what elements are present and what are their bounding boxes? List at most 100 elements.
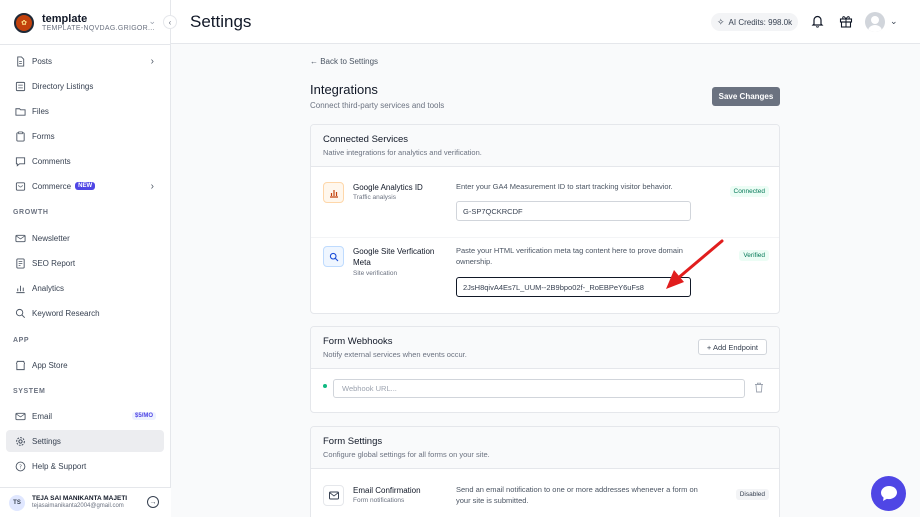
chevron-down-icon[interactable]: ⌄	[890, 16, 898, 27]
setting-description: Send an email notification to one or mor…	[456, 485, 698, 505]
divider	[311, 237, 779, 238]
section-label-system: SYSTEM	[13, 388, 46, 395]
sidebar-item-label: SEO Report	[32, 258, 76, 268]
list-icon	[14, 80, 26, 92]
user-email: tejasaimanikanta2004@gmail.com	[32, 502, 124, 509]
chat-button[interactable]	[871, 476, 906, 511]
save-changes-button[interactable]: Save Changes	[712, 87, 780, 106]
sidebar-item-label: Comments	[32, 156, 71, 166]
report-icon	[14, 257, 26, 269]
mail-icon	[14, 232, 26, 244]
document-icon	[14, 55, 26, 67]
sidebar-item-label: Directory Listings	[32, 81, 94, 91]
folder-icon	[14, 105, 26, 117]
sidebar-item-label: Help & Support	[32, 461, 87, 471]
form-settings-card: Form Settings Configure global settings …	[310, 426, 780, 517]
sidebar-item-settings[interactable]: Settings	[6, 430, 164, 452]
sidebar-item-label: Commerce	[32, 181, 72, 191]
sidebar-item-label: Newsletter	[32, 233, 70, 243]
chart-icon	[14, 282, 26, 294]
avatar: TS	[9, 494, 25, 511]
workspace-switcher[interactable]: ✿ template TEMPLATE-NQVDAG.GRIGOR... ⌄	[14, 10, 162, 36]
sidebar-item-comments[interactable]: Comments	[6, 150, 164, 172]
user-profile[interactable]: TS TEJA SAI MANIKANTA MAJETI tejasaimani…	[0, 487, 171, 517]
logout-icon[interactable]: →	[147, 496, 159, 508]
sidebar-item-forms[interactable]: Forms	[6, 125, 164, 147]
mail-icon	[323, 485, 344, 506]
bell-icon[interactable]	[809, 13, 825, 29]
sidebar-item-label: Posts	[32, 56, 53, 66]
section-label-growth: GROWTH	[13, 209, 49, 216]
comment-icon	[14, 155, 26, 167]
status-badge: Connected	[729, 186, 769, 197]
service-description: Paste your HTML verification meta tag co…	[456, 246, 683, 266]
sidebar-item-help[interactable]: ? Help & Support	[6, 455, 164, 477]
add-endpoint-button[interactable]: + Add Endpoint	[697, 339, 767, 355]
user-name: TEJA SAI MANIKANTA MAJETI	[32, 495, 128, 503]
sidebar-item-directory-listings[interactable]: Directory Listings	[6, 75, 164, 97]
service-meta: Traffic analysis	[353, 194, 396, 201]
new-badge: NEW	[75, 182, 96, 190]
status-badge: Verified	[739, 250, 769, 261]
analytics-icon	[323, 182, 344, 203]
sidebar-item-files[interactable]: Files	[6, 100, 164, 122]
sidebar-item-keyword-research[interactable]: Keyword Research	[6, 302, 164, 324]
form-webhooks-card: Form Webhooks Notify external services w…	[310, 326, 780, 413]
card-subtitle: Native integrations for analytics and ve…	[323, 148, 482, 157]
sidebar-item-email[interactable]: Email $5/MO	[6, 405, 164, 427]
mail-icon	[14, 410, 26, 422]
divider	[0, 44, 171, 45]
sidebar-item-posts[interactable]: Posts ›	[6, 50, 164, 72]
card-title: Form Settings	[323, 436, 383, 447]
help-icon: ?	[14, 460, 26, 472]
sidebar-item-label: Keyword Research	[32, 308, 100, 318]
setting-email-confirmation: Email Confirmation Form notifications Se…	[323, 485, 769, 515]
service-google-analytics: Google Analytics ID Traffic analysis Ent…	[323, 182, 769, 227]
chat-icon	[880, 486, 897, 501]
setting-name: Email Confirmation	[353, 486, 421, 495]
gift-icon[interactable]	[838, 13, 854, 29]
service-meta: Site verification	[353, 270, 398, 277]
svg-text:?: ?	[19, 464, 22, 470]
sidebar-item-commerce[interactable]: Commerce NEW ›	[6, 175, 164, 197]
cart-icon	[14, 180, 26, 192]
section-subtitle: Connect third-party services and tools	[310, 101, 445, 110]
sidebar-item-newsletter[interactable]: Newsletter	[6, 227, 164, 249]
clipboard-icon	[14, 130, 26, 142]
card-header: Form Webhooks Notify external services w…	[311, 327, 779, 369]
chevron-right-icon: ›	[150, 180, 154, 192]
ai-credits[interactable]: ✧ AI Credits: 998.0k	[711, 13, 799, 31]
active-dot	[323, 384, 327, 388]
status-badge: Disabled	[735, 489, 769, 500]
webhook-url-input[interactable]: Webhook URL...	[333, 379, 745, 398]
main-content: ← Back to Settings Integrations Connect …	[171, 44, 920, 517]
chevron-updown-icon: ⌄	[148, 16, 156, 26]
sidebar-item-label: Analytics	[32, 283, 65, 293]
ga-measurement-id-input[interactable]: G-SP7QCKRCDF	[456, 201, 691, 221]
sidebar-item-label: Email	[32, 411, 53, 421]
search-icon	[323, 246, 344, 267]
sidebar-item-label: App Store	[32, 360, 68, 370]
card-title: Connected Services	[323, 134, 409, 145]
service-description: Enter your GA4 Measurement ID to start t…	[456, 182, 673, 191]
service-name: Google Site Verfication Meta	[353, 247, 435, 268]
top-header: Settings ✧ AI Credits: 998.0k ⌄	[171, 0, 920, 44]
sidebar-item-label: Files	[32, 106, 49, 116]
setting-meta: Form notifications	[353, 497, 405, 504]
sidebar-item-analytics[interactable]: Analytics	[6, 277, 164, 299]
collapse-sidebar-button[interactable]: ‹	[163, 15, 177, 29]
connected-services-card: Connected Services Native integrations f…	[310, 124, 780, 314]
page-title: Settings	[190, 12, 252, 31]
trash-icon[interactable]	[754, 382, 766, 394]
sidebar: ✿ template TEMPLATE-NQVDAG.GRIGOR... ⌄ P…	[0, 0, 171, 517]
site-verification-input[interactable]: 2JsH8qivA4Es7L_UUM--2B9bpo02f-_RoEBPeY6u…	[456, 277, 691, 297]
sidebar-item-label: Forms	[32, 131, 55, 141]
gear-icon	[14, 435, 26, 447]
workspace-name: template	[42, 13, 88, 26]
store-icon	[14, 359, 26, 371]
section-label-app: APP	[13, 337, 30, 344]
user-avatar[interactable]	[865, 12, 885, 32]
sidebar-item-app-store[interactable]: App Store	[6, 354, 164, 376]
sidebar-item-seo-report[interactable]: SEO Report	[6, 252, 164, 274]
back-to-settings-link[interactable]: ← Back to Settings	[310, 57, 378, 66]
